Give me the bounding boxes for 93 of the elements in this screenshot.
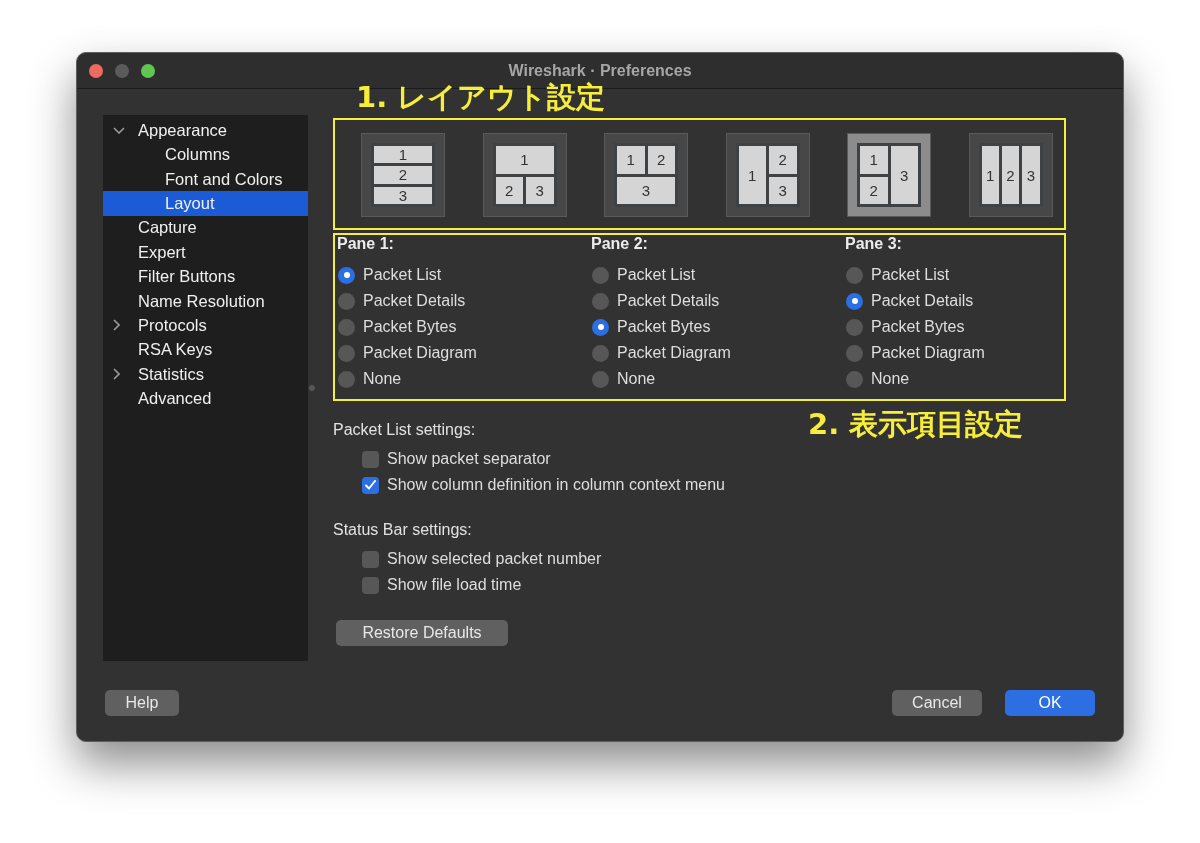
layout-pane: 2: [647, 146, 675, 174]
chevron-down-icon[interactable]: [113, 126, 125, 134]
restore-defaults-button[interactable]: Restore Defaults: [336, 620, 508, 646]
sidebar-item[interactable]: Capture: [103, 215, 308, 240]
layout-pane: 1: [981, 146, 999, 204]
radio-label[interactable]: Packet Details: [363, 289, 466, 313]
radio-button[interactable]: [846, 318, 863, 336]
layout-pane: 3: [769, 176, 797, 204]
radio-label[interactable]: Packet Bytes: [871, 315, 965, 339]
checkbox[interactable]: [362, 476, 379, 494]
layout-option[interactable]: 1 2 3: [482, 133, 567, 217]
chevron-right-icon[interactable]: [113, 368, 120, 381]
zoom-icon[interactable]: [141, 63, 155, 78]
layout-pane: 3: [1022, 146, 1040, 204]
checkbox-label[interactable]: Show file load time: [387, 573, 522, 597]
sidebar-item[interactable]: Statistics: [103, 361, 308, 387]
layout-pane: 3: [374, 186, 432, 204]
layout-pane: 1: [860, 146, 888, 174]
sidebar-item[interactable]: Font and Colors: [103, 166, 308, 192]
radio-label[interactable]: None: [871, 367, 910, 391]
close-icon[interactable]: [89, 63, 103, 78]
sidebar-item[interactable]: Advanced: [103, 386, 308, 411]
pane-heading: Pane 3:: [845, 235, 902, 253]
dialog-button[interactable]: OK: [1005, 690, 1095, 716]
radio-label[interactable]: Packet Diagram: [617, 341, 731, 365]
layout-pane: 1: [738, 146, 766, 204]
checkbox[interactable]: [362, 450, 379, 468]
annotation-label: 2. 表示項目設定: [808, 407, 1024, 441]
radio-button[interactable]: [846, 266, 863, 284]
radio-label[interactable]: Packet List: [363, 263, 442, 287]
radio-label[interactable]: None: [617, 367, 656, 391]
layout-pane: 2: [860, 176, 888, 204]
radio-label[interactable]: Packet Details: [871, 289, 974, 313]
layout-pane: 3: [890, 146, 918, 204]
radio-button[interactable]: [338, 370, 355, 388]
layout-option[interactable]: 1 2 3: [361, 133, 445, 217]
radio-button[interactable]: [592, 370, 609, 388]
radio-button[interactable]: [592, 266, 609, 284]
radio-label[interactable]: Packet Bytes: [363, 315, 457, 339]
layout-pane: 2: [769, 146, 797, 174]
radio-button[interactable]: [592, 344, 609, 362]
sidebar-item[interactable]: Name Resolution: [103, 288, 308, 314]
dialog-button[interactable]: Cancel: [892, 690, 982, 716]
radio-button[interactable]: [846, 344, 863, 362]
radio-button[interactable]: [592, 318, 609, 336]
annotation-label: 1. レイアウト設定: [356, 80, 606, 114]
layout-pane: 3: [526, 176, 554, 204]
sidebar-item[interactable]: Filter Buttons: [103, 264, 308, 289]
sidebar-item[interactable]: Appearance: [103, 118, 308, 143]
pane-heading: Pane 1:: [337, 235, 394, 253]
radio-button[interactable]: [338, 266, 355, 284]
sidebar-item[interactable]: Expert: [103, 239, 308, 265]
layout-pane: 1: [495, 146, 554, 174]
layout-pane: 2: [374, 166, 432, 184]
pane-heading: Pane 2:: [591, 235, 648, 253]
layout-pane: 1: [374, 146, 432, 164]
radio-label[interactable]: Packet List: [871, 263, 950, 287]
layout-pane: 2: [1001, 146, 1020, 204]
radio-label[interactable]: Packet Diagram: [363, 341, 477, 365]
radio-button[interactable]: [846, 292, 863, 310]
checkbox-label[interactable]: Show packet separator: [387, 447, 551, 471]
radio-button[interactable]: [592, 292, 609, 310]
section-heading: Packet List settings:: [333, 420, 476, 440]
layout-option[interactable]: 1 2 3: [968, 133, 1053, 217]
checkbox-label[interactable]: Show selected packet number: [387, 547, 602, 571]
checkmark-icon: [365, 480, 376, 490]
layout-option[interactable]: 1 2 3: [604, 133, 688, 217]
radio-button[interactable]: [338, 318, 355, 336]
dialog-button[interactable]: Help: [105, 690, 179, 716]
layout-option[interactable]: 1 2 3: [725, 133, 810, 217]
window-title: Wireshark · Preferences: [508, 60, 692, 81]
section-heading: Status Bar settings:: [333, 520, 472, 540]
radio-button[interactable]: [846, 370, 863, 388]
splitter-handle[interactable]: [309, 385, 315, 391]
radio-label[interactable]: Packet Bytes: [617, 315, 711, 339]
layout-option[interactable]: 1 2 3: [847, 133, 931, 217]
sidebar-item[interactable]: Columns: [103, 142, 308, 167]
sidebar-item[interactable]: Protocols: [103, 313, 308, 338]
radio-button[interactable]: [338, 344, 355, 362]
sidebar-item[interactable]: Layout: [103, 191, 308, 216]
radio-button[interactable]: [338, 292, 355, 310]
radio-label[interactable]: Packet Diagram: [871, 341, 985, 365]
chevron-right-icon[interactable]: [113, 319, 120, 332]
layout-pane: 1: [617, 146, 645, 174]
radio-label[interactable]: None: [363, 367, 402, 391]
checkbox[interactable]: [362, 550, 379, 568]
checkbox[interactable]: [362, 576, 379, 594]
layout-pane: 2: [495, 176, 523, 204]
sidebar-item[interactable]: RSA Keys: [103, 337, 308, 362]
checkbox-label[interactable]: Show column definition in column context menu: [387, 473, 725, 497]
radio-label[interactable]: Packet List: [617, 263, 696, 287]
radio-label[interactable]: Packet Details: [617, 289, 720, 313]
layout-pane: 3: [617, 176, 675, 204]
